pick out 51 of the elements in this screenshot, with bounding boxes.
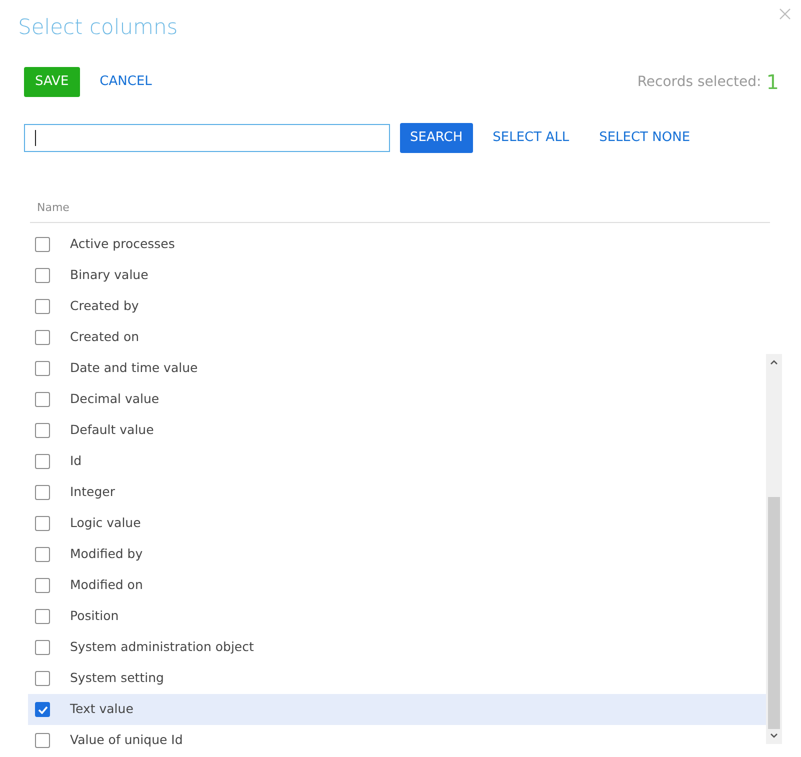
checkbox[interactable] xyxy=(35,361,50,376)
search-button[interactable]: SEARCH xyxy=(400,123,473,153)
checkbox[interactable] xyxy=(35,330,50,345)
row-label: Position xyxy=(70,607,119,626)
checkbox[interactable] xyxy=(35,671,50,686)
row-label: Date and time value xyxy=(70,359,198,378)
row-label: Modified by xyxy=(70,545,143,564)
select-all-button[interactable]: SELECT ALL xyxy=(482,123,580,153)
search-field[interactable] xyxy=(24,124,390,152)
checkbox[interactable] xyxy=(35,702,50,717)
text-cursor xyxy=(35,130,36,146)
check-icon xyxy=(38,706,48,714)
checkbox[interactable] xyxy=(35,268,50,283)
scrollbar[interactable] xyxy=(766,354,782,744)
records-selected-label: Records selected: xyxy=(637,72,762,92)
checkbox[interactable] xyxy=(35,609,50,624)
select-none-button[interactable]: SELECT NONE xyxy=(589,123,700,153)
row-label: Value of unique Id xyxy=(70,731,183,750)
checkbox[interactable] xyxy=(35,485,50,500)
scrollbar-thumb[interactable] xyxy=(768,497,780,729)
checkbox[interactable] xyxy=(35,578,50,593)
row-label: Decimal value xyxy=(70,390,160,408)
checkbox[interactable] xyxy=(35,733,50,748)
records-count: 1 xyxy=(766,72,779,92)
row-label: Integer xyxy=(70,483,115,502)
row-label: Binary value xyxy=(70,266,148,284)
cancel-button[interactable]: CANCEL xyxy=(90,67,162,97)
row-label: System setting xyxy=(70,669,164,688)
scroll-up-icon[interactable] xyxy=(769,358,779,366)
selected-row[interactable]: Text value xyxy=(28,694,767,725)
checkbox[interactable] xyxy=(35,516,50,531)
row-label: Created by xyxy=(70,297,139,316)
scroll-down-icon[interactable] xyxy=(769,732,779,740)
checkbox[interactable] xyxy=(35,547,50,562)
row-label: Logic value xyxy=(70,514,141,532)
row-label: Active processes xyxy=(70,235,175,254)
dialog-title: Select columns xyxy=(18,14,178,41)
checkbox[interactable] xyxy=(35,392,50,407)
checkbox[interactable] xyxy=(35,454,50,469)
row-label: System administration object xyxy=(70,638,254,656)
save-button[interactable]: SAVE xyxy=(24,67,80,97)
close-icon[interactable] xyxy=(779,8,791,20)
row-label: Modified on xyxy=(70,576,143,594)
row-label: Id xyxy=(70,452,82,470)
checkbox[interactable] xyxy=(35,299,50,314)
row-label: Default value xyxy=(70,421,154,440)
checkbox[interactable] xyxy=(35,640,50,655)
checkbox[interactable] xyxy=(35,423,50,438)
column-header: Name xyxy=(37,201,70,214)
checkbox[interactable] xyxy=(35,237,50,252)
row-label: Created on xyxy=(70,328,140,346)
